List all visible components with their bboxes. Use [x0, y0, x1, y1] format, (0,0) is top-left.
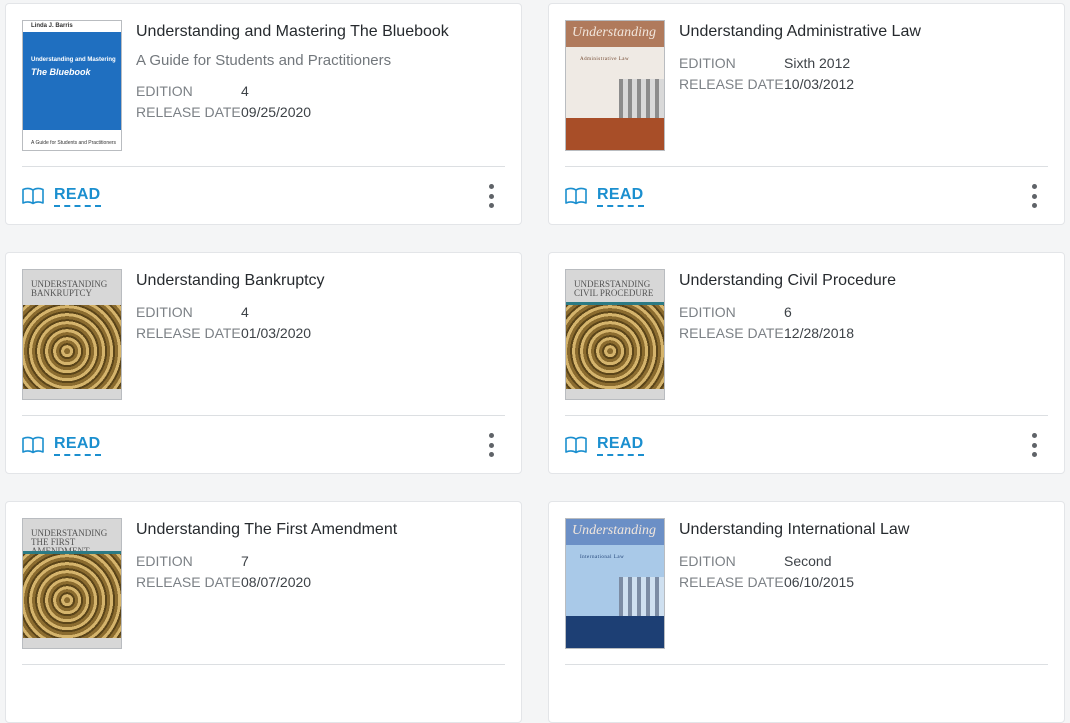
release-date-row: RELEASE DATE09/25/2020 [136, 102, 311, 123]
read-label: READ [597, 186, 644, 207]
book-cover[interactable]: UNDERSTANDING CIVIL PROCEDURE [565, 269, 665, 400]
edition-label: EDITION [136, 83, 193, 99]
edition-value: Second [784, 553, 832, 569]
read-button[interactable]: READ [565, 183, 644, 209]
divider [22, 166, 505, 167]
release-date-value: 06/10/2015 [784, 574, 855, 590]
divider [565, 664, 1048, 665]
book-cover[interactable]: Understanding Administrative Law [565, 20, 665, 151]
book-card: UNDERSTANDINGTHE FIRST AMENDMENT Underst… [5, 501, 522, 723]
release-date-label: RELEASE DATE [136, 574, 241, 590]
more-options-icon[interactable] [1030, 433, 1038, 457]
edition-label: EDITION [679, 55, 736, 71]
edition-value: Sixth 2012 [784, 55, 851, 71]
more-options-icon[interactable] [1030, 184, 1038, 208]
release-date-row: RELEASE DATE08/07/2020 [136, 572, 311, 593]
edition-row: EDITION Second [679, 551, 831, 572]
release-date-row: RELEASE DATE06/10/2015 [679, 572, 854, 593]
release-date-label: RELEASE DATE [679, 574, 784, 590]
release-date-value: 12/28/2018 [784, 325, 855, 341]
release-date-value: 10/03/2012 [784, 76, 855, 92]
edition-row: EDITION 4 [136, 81, 249, 102]
release-date-value: 09/25/2020 [241, 104, 312, 120]
book-cover[interactable]: UNDERSTANDING BANKRUPTCY [22, 269, 122, 400]
open-book-icon [565, 187, 587, 205]
book-card: UNDERSTANDING CIVIL PROCEDURE Understandi… [548, 252, 1065, 474]
book-title[interactable]: Understanding Bankruptcy [136, 272, 325, 290]
release-date-row: RELEASE DATE12/28/2018 [679, 323, 854, 344]
divider [565, 166, 1048, 167]
edition-label: EDITION [679, 304, 736, 320]
more-options-icon[interactable] [487, 433, 495, 457]
edition-row: EDITION 7 [136, 551, 249, 572]
book-cover[interactable]: UNDERSTANDINGTHE FIRST AMENDMENT [22, 518, 122, 649]
book-cover[interactable]: Understanding International Law [565, 518, 665, 649]
release-date-label: RELEASE DATE [679, 325, 784, 341]
open-book-icon [22, 436, 44, 454]
divider [22, 415, 505, 416]
book-subtitle: A Guide for Students and Practitioners [136, 52, 392, 69]
book-title[interactable]: Understanding and Mastering The Bluebook [136, 23, 449, 41]
read-button[interactable]: READ [22, 183, 101, 209]
book-cover[interactable]: Linda J. Barris Understanding and Master… [22, 20, 122, 151]
book-card: UNDERSTANDING BANKRUPTCY Understanding Ba… [5, 252, 522, 474]
edition-value: 4 [241, 304, 249, 320]
book-title[interactable]: Understanding Administrative Law [679, 23, 921, 41]
release-date-value: 08/07/2020 [241, 574, 312, 590]
open-book-icon [565, 436, 587, 454]
open-book-icon [22, 187, 44, 205]
release-date-label: RELEASE DATE [136, 104, 241, 120]
book-card: Linda J. Barris Understanding and Master… [5, 3, 522, 225]
divider [565, 415, 1048, 416]
read-label: READ [54, 186, 101, 207]
book-title[interactable]: Understanding The First Amendment [136, 521, 397, 539]
book-title[interactable]: Understanding Civil Procedure [679, 272, 896, 290]
edition-label: EDITION [679, 553, 736, 569]
edition-label: EDITION [136, 304, 193, 320]
edition-value: 6 [784, 304, 792, 320]
release-date-row: RELEASE DATE10/03/2012 [679, 74, 854, 95]
read-button[interactable]: READ [22, 432, 101, 458]
edition-value: 7 [241, 553, 249, 569]
release-date-row: RELEASE DATE01/03/2020 [136, 323, 311, 344]
edition-value: 4 [241, 83, 249, 99]
read-button[interactable]: READ [565, 432, 644, 458]
book-card: Understanding International Law Understa… [548, 501, 1065, 723]
edition-row: EDITION Sixth 2012 [679, 53, 850, 74]
book-card: Understanding Administrative Law Underst… [548, 3, 1065, 225]
edition-row: EDITION 4 [136, 302, 249, 323]
release-date-label: RELEASE DATE [136, 325, 241, 341]
divider [22, 664, 505, 665]
book-title[interactable]: Understanding International Law [679, 521, 909, 539]
edition-label: EDITION [136, 553, 193, 569]
release-date-label: RELEASE DATE [679, 76, 784, 92]
read-label: READ [597, 435, 644, 456]
more-options-icon[interactable] [487, 184, 495, 208]
edition-row: EDITION 6 [679, 302, 792, 323]
read-label: READ [54, 435, 101, 456]
release-date-value: 01/03/2020 [241, 325, 312, 341]
